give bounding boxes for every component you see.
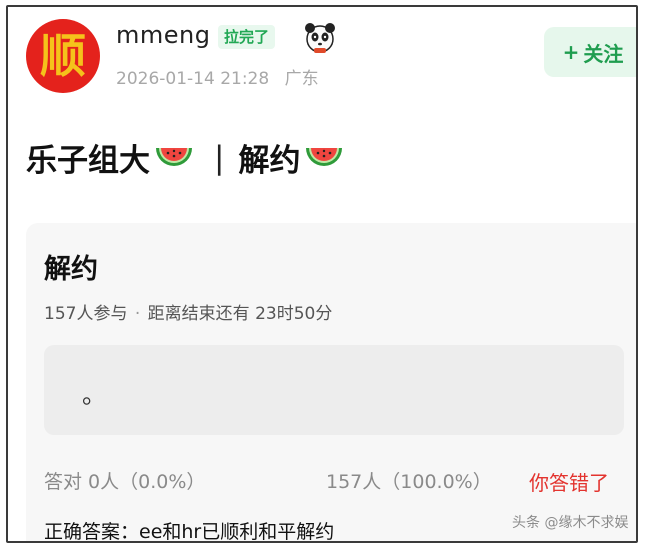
- post-frame: 顺 mmeng 拉完了 2026-01-14 21:28 广东 + 关注 乐子组…: [6, 5, 638, 543]
- poll-title: 解约: [44, 254, 98, 285]
- poll-meta: 157人参与 · 距离结束还有 23时50分: [44, 299, 332, 324]
- follow-label: 关注: [583, 41, 624, 66]
- watermark: 头条 @缘木不求娱: [512, 515, 629, 531]
- user-badge: 拉完了: [218, 25, 276, 49]
- poll-stats: 答对 0人（0.0%） 157人（100.0%） 你答错了: [44, 467, 630, 495]
- correct-answer: 正确答案：ee和hr已顺利和平解约: [44, 521, 335, 543]
- correct-stat: 答对 0人（0.0%）: [44, 471, 206, 493]
- poll-option[interactable]: 。: [44, 345, 624, 435]
- title-separator: |: [214, 139, 225, 176]
- avatar-char: 顺: [40, 29, 86, 83]
- follow-button[interactable]: + 关注: [544, 27, 636, 77]
- watermelon-icon: [306, 147, 343, 166]
- post-title: 乐子组大 | 解约: [26, 135, 348, 180]
- post-datetime: 2026-01-14 21:28: [116, 69, 270, 89]
- result-label: 你答错了: [529, 471, 609, 495]
- poll-option-text: 。: [82, 381, 106, 409]
- post-title-right: 解约: [238, 143, 301, 179]
- meta-dot: ·: [134, 304, 141, 324]
- panda-sticker-icon: [305, 23, 335, 53]
- post-location: 广东: [284, 69, 319, 89]
- post-title-left: 乐子组大: [26, 143, 150, 179]
- avatar[interactable]: 顺: [26, 19, 100, 93]
- watermelon-icon: [156, 147, 192, 166]
- post-meta: 2026-01-14 21:28 广东: [116, 64, 319, 89]
- wrong-stat: 157人（100.0%）: [326, 471, 492, 493]
- poll-card: 解约 157人参与 · 距离结束还有 23时50分 。 答对 0人（0.0%） …: [26, 223, 636, 543]
- username[interactable]: mmeng: [116, 21, 210, 49]
- plus-icon: +: [562, 40, 580, 64]
- poll-remaining: 距离结束还有 23时50分: [147, 304, 333, 324]
- poll-participants: 157人参与: [44, 304, 128, 324]
